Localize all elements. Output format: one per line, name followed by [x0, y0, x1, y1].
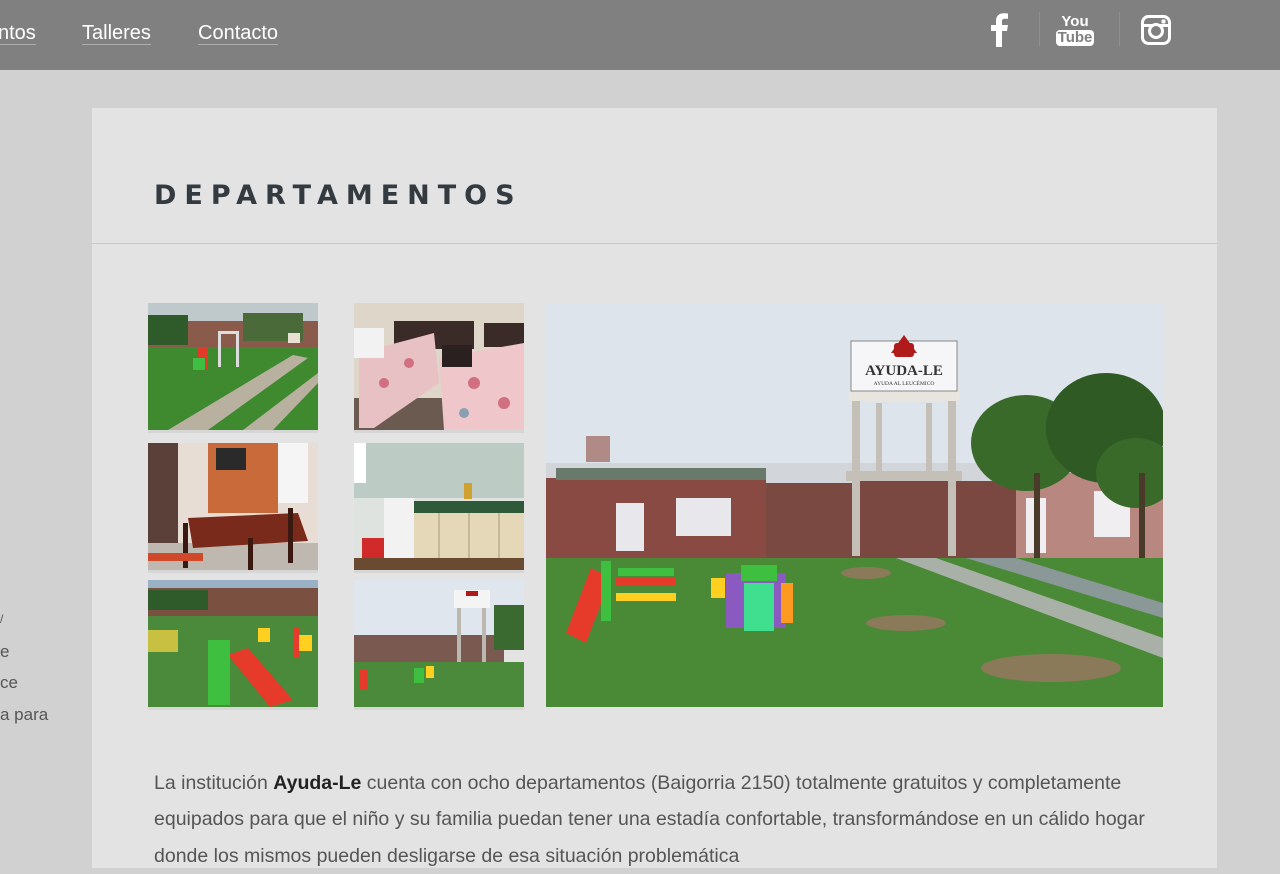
- title-divider: [92, 243, 1217, 244]
- gallery-thumb-dining-room[interactable]: [148, 443, 318, 570]
- gallery-thumb-bedroom[interactable]: [354, 303, 524, 430]
- gallery-main-image[interactable]: AYUDA-LE AYUDA AL LEUCÉMICO: [546, 303, 1163, 707]
- sidebar-fragment[interactable]: a para: [0, 705, 48, 725]
- gallery-thumb-kitchen[interactable]: [354, 443, 524, 570]
- sidebar-fragment[interactable]: e: [0, 642, 9, 662]
- water-tower-sign-tagline: AYUDA AL LEUCÉMICO: [874, 379, 935, 387]
- gallery-thumb-playground-path[interactable]: [148, 303, 318, 430]
- youtube-icon-line2: Tube: [1056, 30, 1095, 46]
- top-navigation-bar: ntos Talleres Contacto You Tube: [0, 0, 1280, 70]
- gallery-thumb-outdoor-slide[interactable]: [148, 580, 318, 707]
- content-card: DEPARTAMENTOS: [92, 108, 1217, 868]
- social-separator: [1119, 12, 1120, 46]
- youtube-icon-line1: You: [1061, 14, 1088, 30]
- gallery-thumb-building[interactable]: [354, 580, 524, 707]
- instagram-icon[interactable]: [1139, 10, 1173, 50]
- nav-link-departamentos[interactable]: ntos: [0, 22, 36, 45]
- sidebar-fragment[interactable]: ce: [0, 673, 18, 693]
- page-title: DEPARTAMENTOS: [154, 180, 523, 211]
- social-separator: [1039, 12, 1040, 46]
- nav-link-contacto[interactable]: Contacto: [198, 22, 278, 45]
- facebook-icon[interactable]: [985, 10, 1013, 50]
- water-tower-sign: AYUDA-LE: [865, 363, 943, 379]
- sidebar-fragment-mark: /: [0, 612, 3, 626]
- institution-name: Ayuda-Le: [273, 772, 361, 794]
- description-paragraph: La institución Ayuda-Le cuenta con ocho …: [154, 765, 1154, 874]
- paragraph-text-before: La institución: [154, 772, 273, 794]
- youtube-icon[interactable]: You Tube: [1057, 10, 1093, 50]
- nav-link-talleres[interactable]: Talleres: [82, 22, 151, 45]
